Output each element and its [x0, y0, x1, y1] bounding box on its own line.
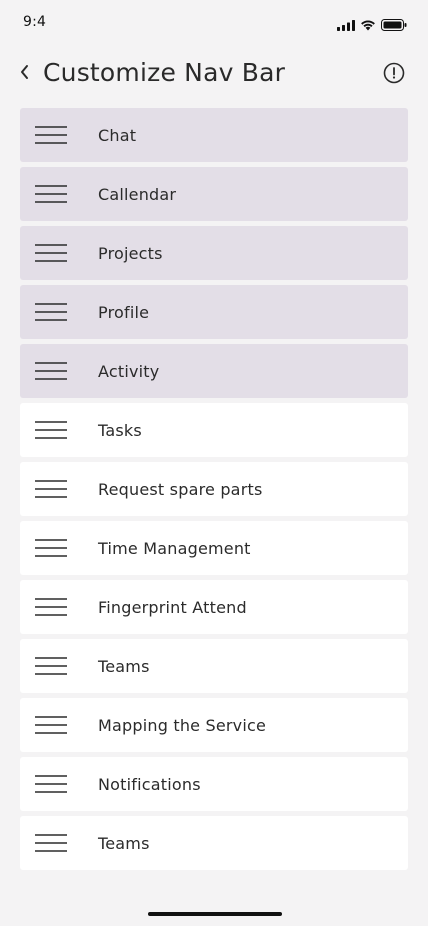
nav-item-label: Callendar — [98, 184, 177, 204]
drag-handle-icon[interactable] — [35, 775, 67, 793]
nav-item[interactable]: Teams — [20, 639, 408, 693]
nav-item[interactable]: Teams — [20, 816, 408, 870]
header: Customize Nav Bar — [0, 52, 428, 96]
drag-handle-icon[interactable] — [35, 657, 67, 675]
nav-item-label: Chat — [98, 125, 137, 145]
nav-item-label: Mapping the Service — [98, 715, 267, 735]
nav-item-label: Teams — [98, 656, 150, 676]
nav-item-label: Tasks — [98, 420, 142, 440]
nav-item-label: Activity — [98, 361, 160, 381]
drag-handle-icon[interactable] — [35, 716, 67, 734]
drag-handle-icon[interactable] — [35, 126, 67, 144]
page-title: Customize Nav Bar — [43, 58, 286, 87]
drag-handle-icon[interactable] — [35, 598, 67, 616]
drag-handle-icon[interactable] — [35, 362, 67, 380]
nav-item[interactable]: Activity — [20, 344, 408, 398]
nav-item[interactable]: Time Management — [20, 521, 408, 575]
home-indicator[interactable] — [148, 912, 282, 916]
nav-item[interactable]: Fingerprint Attend — [20, 580, 408, 634]
status-icons — [337, 16, 407, 35]
drag-handle-icon[interactable] — [35, 303, 67, 321]
cellular-signal-icon — [337, 16, 355, 35]
nav-item-label: Fingerprint Attend — [98, 597, 247, 617]
drag-handle-icon[interactable] — [35, 539, 67, 557]
drag-handle-icon[interactable] — [35, 185, 67, 203]
drag-handle-icon[interactable] — [35, 834, 67, 852]
battery-icon — [381, 16, 407, 35]
nav-item[interactable]: Request spare parts — [20, 462, 408, 516]
nav-items-list: Chat Callendar Projects Profile Activity Task… — [20, 108, 408, 870]
wifi-icon — [360, 16, 376, 35]
status-time: 9:4 — [23, 14, 47, 30]
drag-handle-icon[interactable] — [35, 480, 67, 498]
drag-handle-icon[interactable] — [35, 244, 67, 262]
nav-item[interactable]: Chat — [20, 108, 408, 162]
nav-item[interactable]: Callendar — [20, 167, 408, 221]
nav-item-label: Profile — [98, 302, 150, 322]
info-button[interactable] — [383, 62, 405, 84]
nav-item-label: Time Management — [98, 538, 251, 558]
nav-item-label: Notifications — [98, 774, 201, 794]
drag-handle-icon[interactable] — [35, 421, 67, 439]
nav-item[interactable]: Notifications — [20, 757, 408, 811]
back-button[interactable] — [14, 62, 34, 86]
nav-item[interactable]: Mapping the Service — [20, 698, 408, 752]
nav-item[interactable]: Projects — [20, 226, 408, 280]
status-bar: 9:4 — [0, 0, 428, 44]
nav-item-label: Teams — [98, 833, 150, 853]
nav-item[interactable]: Tasks — [20, 403, 408, 457]
nav-item-label: Request spare parts — [98, 479, 263, 499]
info-circle-icon — [383, 62, 405, 88]
nav-item-label: Projects — [98, 243, 163, 263]
nav-item[interactable]: Profile — [20, 285, 408, 339]
chevron-left-icon — [19, 64, 29, 84]
